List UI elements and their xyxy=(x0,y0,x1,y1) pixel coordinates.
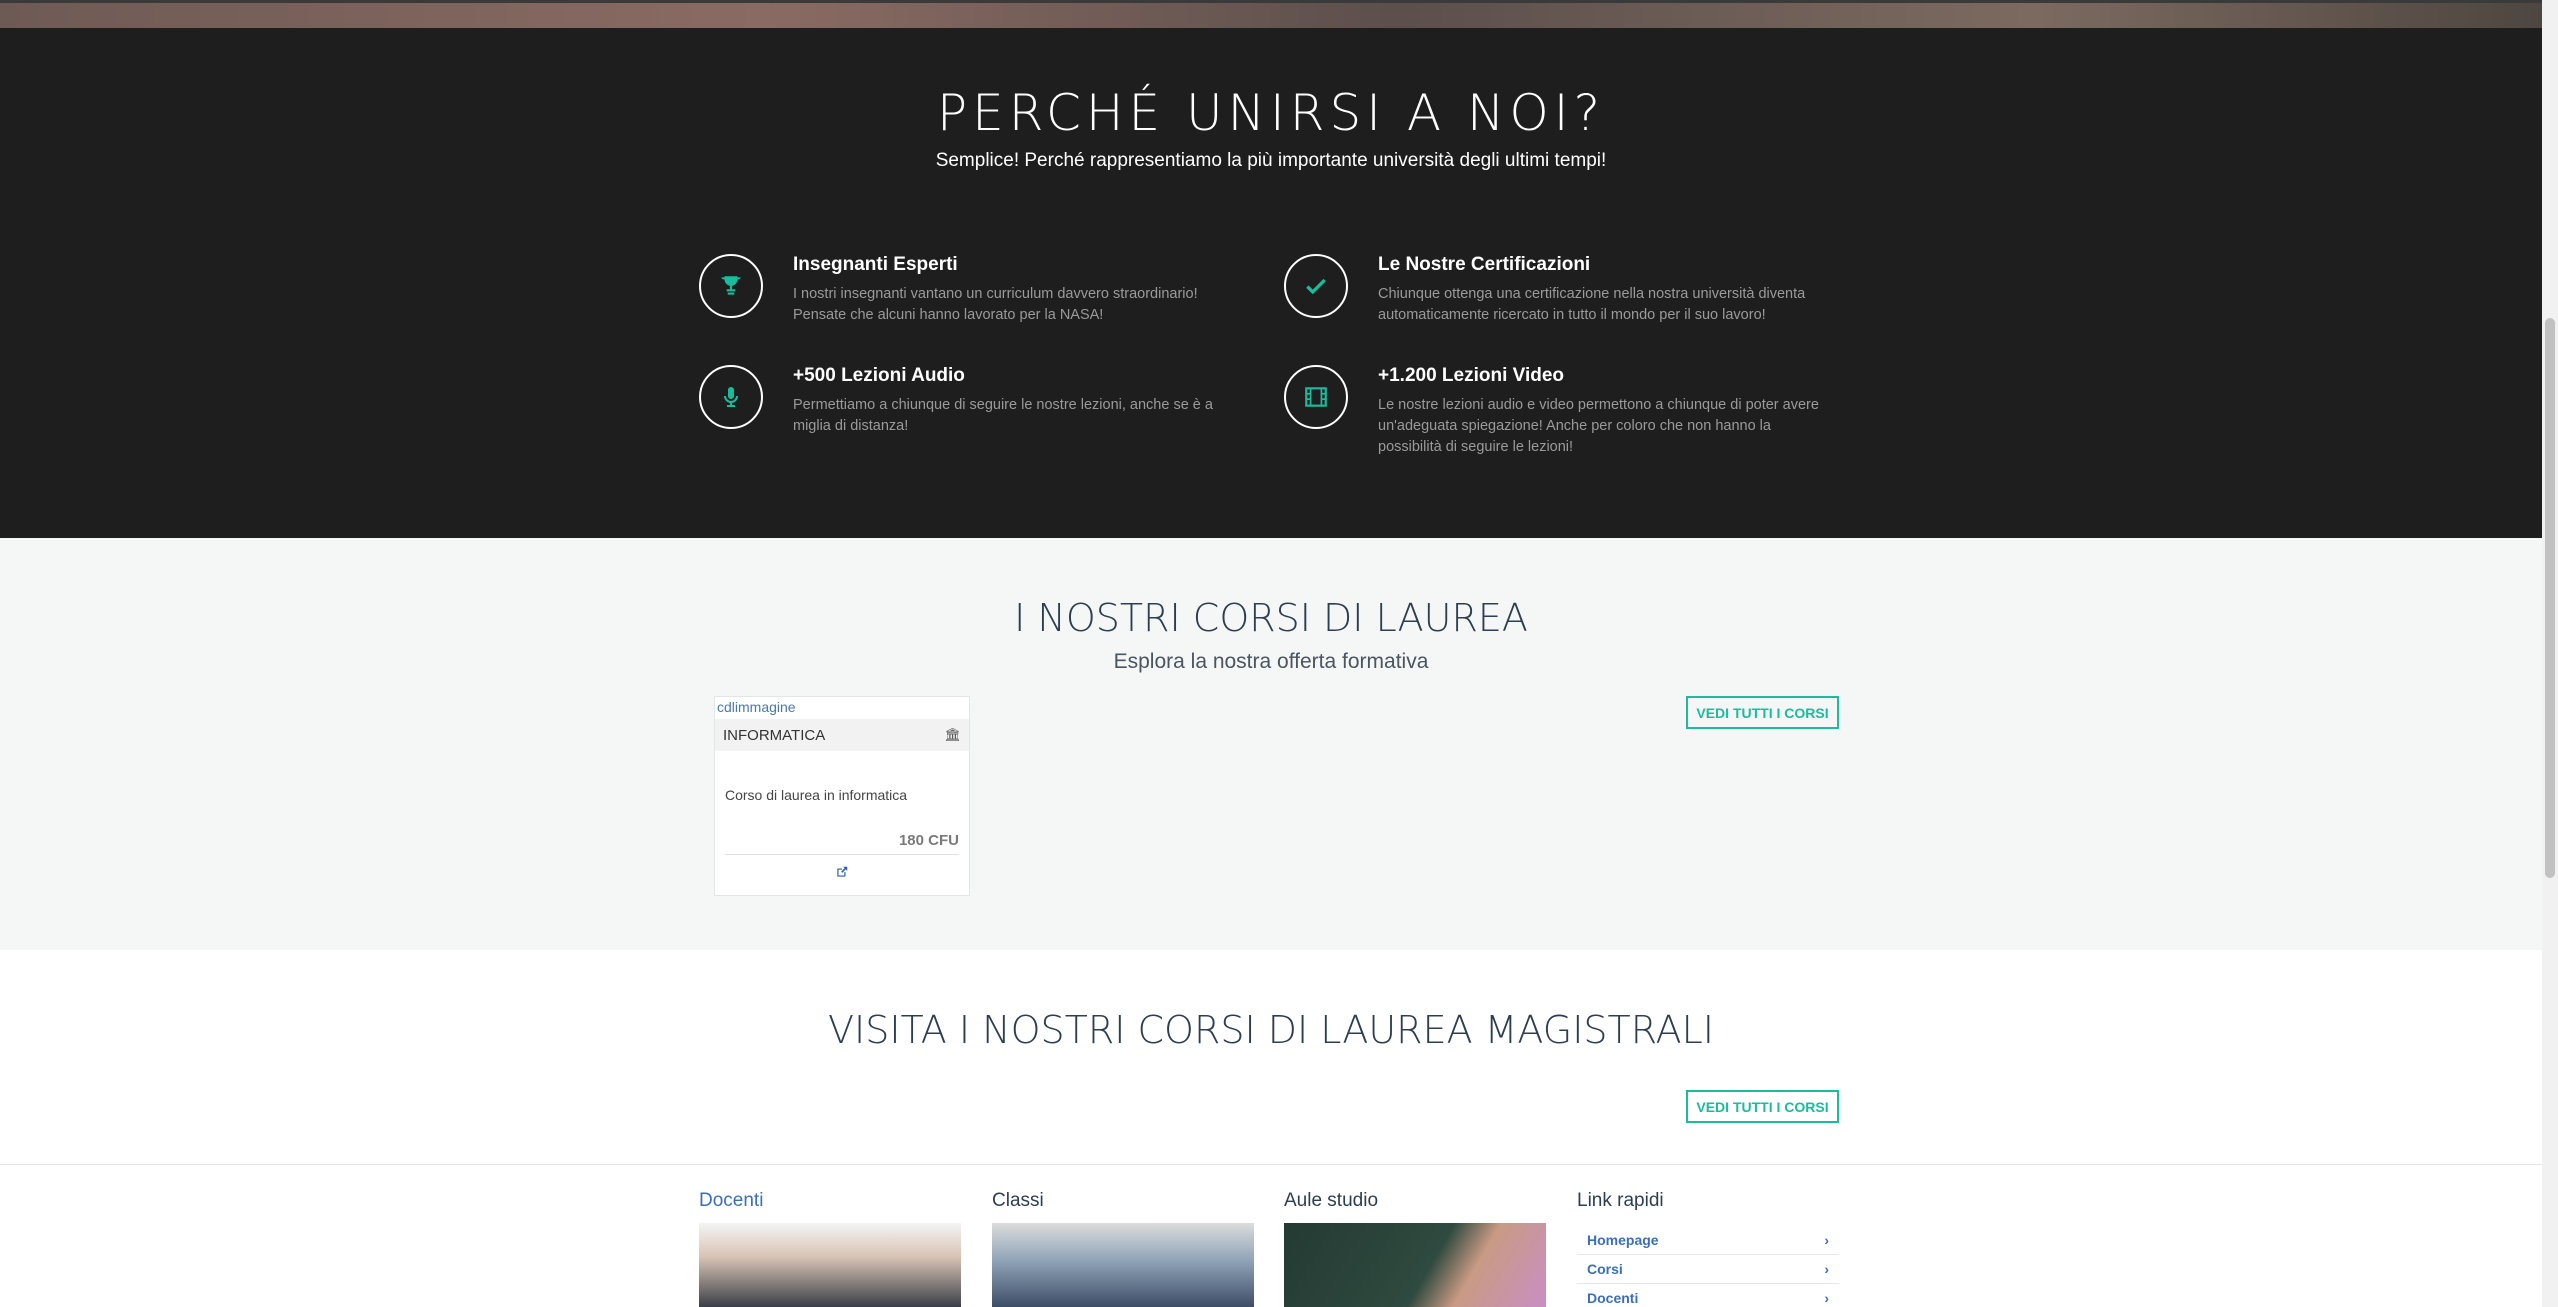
card-divider xyxy=(725,854,959,855)
footer-classes: Classi xyxy=(992,1190,1254,1307)
feature-text: Le nostre lezioni audio e video permetto… xyxy=(1378,397,1819,455)
course-card[interactable]: cdlimmagine INFORMATICA 🏛 Corso di laure… xyxy=(714,696,970,896)
quick-link-teachers[interactable]: Docenti › xyxy=(1577,1284,1839,1307)
feature-title: +500 Lezioni Audio xyxy=(793,365,965,386)
masters-section: VISITA I NOSTRI CORSI DI LAUREA MAGISTRA… xyxy=(0,950,2542,1165)
trophy-icon xyxy=(699,254,763,318)
external-link-icon[interactable] xyxy=(715,865,969,883)
view-all-courses-button[interactable]: VEDI TUTTI I CORSI xyxy=(1686,696,1839,729)
why-subtitle: Semplice! Perché rappresentiamo la più i… xyxy=(935,150,1607,171)
feature-text: Chiunque ottenga una certificazione nell… xyxy=(1378,286,1806,323)
feature-text: I nostri insegnanti vantano un curriculu… xyxy=(793,286,1198,323)
feature-certifications: Le Nostre Certificazioni Chiunque otteng… xyxy=(1284,254,1824,354)
page-scrollbar[interactable] xyxy=(2542,0,2558,1307)
quick-link-homepage[interactable]: Homepage › xyxy=(1577,1226,1839,1255)
feature-text: Permettiamo a chiunque di seguire le nos… xyxy=(793,397,1213,434)
footer-classes-title: Classi xyxy=(992,1190,1044,1211)
film-icon xyxy=(1284,365,1348,429)
footer-quick-links-title: Link rapidi xyxy=(1577,1190,1664,1211)
chevron-right-icon: › xyxy=(1824,1290,1829,1306)
course-description: Corso di laurea in informatica xyxy=(725,787,908,803)
teachers-image[interactable] xyxy=(699,1223,961,1307)
scrollbar-thumb[interactable] xyxy=(2545,318,2555,878)
feature-audio-lessons: +500 Lezioni Audio Permettiamo a chiunqu… xyxy=(699,365,1239,465)
why-title: PERCHÉ UNIRSI A NOI? xyxy=(937,84,1605,142)
feature-title: +1.200 Lezioni Video xyxy=(1378,365,1565,386)
chevron-right-icon: › xyxy=(1824,1261,1829,1277)
chevron-right-icon: › xyxy=(1824,1232,1829,1248)
feature-video-lessons: +1.200 Lezioni Video Le nostre lezioni a… xyxy=(1284,365,1824,465)
degree-courses-section: I NOSTRI CORSI DI LAUREA Esplora la nost… xyxy=(0,538,2542,950)
course-image-broken[interactable]: cdlimmagine xyxy=(717,699,796,715)
check-icon xyxy=(1284,254,1348,318)
feature-title: Insegnanti Esperti xyxy=(793,254,958,275)
institution-icon: 🏛 xyxy=(944,727,961,742)
course-card-header: INFORMATICA 🏛 xyxy=(715,719,969,751)
feature-title: Le Nostre Certificazioni xyxy=(1378,254,1591,275)
quick-links-list: Homepage › Corsi › Docenti › xyxy=(1577,1226,1839,1307)
study-rooms-image[interactable] xyxy=(1284,1223,1546,1307)
course-name: INFORMATICA xyxy=(723,726,826,744)
why-join-section: PERCHÉ UNIRSI A NOI? Semplice! Perché ra… xyxy=(0,28,2542,538)
microphone-icon xyxy=(699,365,763,429)
courses-subtitle: Esplora la nostra offerta formativa xyxy=(1113,650,1429,673)
courses-title: I NOSTRI CORSI DI LAUREA xyxy=(1014,596,1528,640)
feature-experts: Insegnanti Esperti I nostri insegnanti v… xyxy=(699,254,1239,354)
footer-study-rooms: Aule studio xyxy=(1284,1190,1546,1307)
footer-teachers: Docenti xyxy=(699,1190,961,1307)
footer-study-rooms-title: Aule studio xyxy=(1284,1190,1379,1211)
course-cfu: 180 CFU xyxy=(898,832,959,849)
quick-link-courses[interactable]: Corsi › xyxy=(1577,1255,1839,1284)
view-all-masters-button[interactable]: VEDI TUTTI I CORSI xyxy=(1686,1090,1839,1123)
classes-image[interactable] xyxy=(992,1223,1254,1307)
footer-quick-links: Link rapidi Homepage › Corsi › Docenti › xyxy=(1577,1190,1839,1307)
hero-image-strip xyxy=(0,0,2542,28)
footer-teachers-title[interactable]: Docenti xyxy=(699,1190,961,1212)
masters-title: VISITA I NOSTRI CORSI DI LAUREA MAGISTRA… xyxy=(828,1008,1714,1052)
